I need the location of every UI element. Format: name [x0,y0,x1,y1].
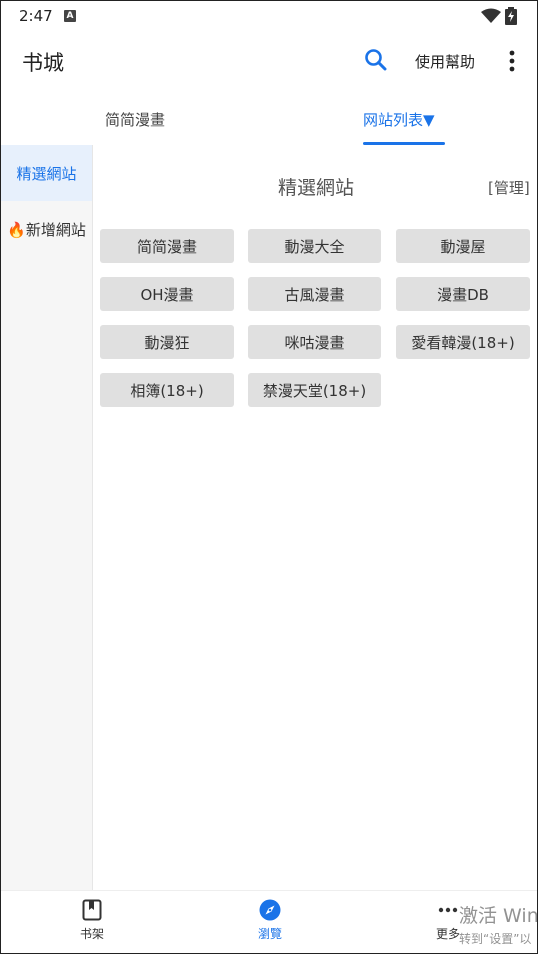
tab-site-list[interactable]: 网站列表▼ [363,109,435,130]
search-icon [365,49,387,71]
site-button[interactable]: 動漫狂 [100,325,234,359]
nav-bookshelf[interactable]: 书架 [52,899,132,949]
site-button[interactable]: 简简漫畫 [100,229,234,263]
help-button[interactable]: 使用幫助 [415,51,475,72]
site-button[interactable]: 愛看韓漫(18+) [396,325,530,359]
bookmark-book-icon [82,899,102,921]
watermark-line-1: 激活 Win [459,905,538,927]
site-button[interactable]: 咪咕漫畫 [248,325,381,359]
app-bar: 书城 使用幫助 [1,33,537,91]
site-button[interactable]: 古風漫畫 [248,277,381,311]
site-button[interactable]: 漫畫DB [396,277,530,311]
activation-watermark: 激活 Win 转到“设置”以 [459,901,538,947]
tab-active-indicator [363,142,445,145]
app-window: 2:47 A 书城 使用幫助 简简漫畫 网站列表▼ 精選網站 🔥新增網站 精選網… [0,0,538,954]
search-button[interactable] [363,47,389,73]
content-title: 精選網站 [277,177,354,199]
site-button[interactable]: 禁漫天堂(18+) [248,373,381,407]
nav-browse[interactable]: 瀏覽 [230,899,310,949]
watermark-line-2: 转到“设置”以 [459,932,532,946]
manage-link[interactable]: [管理] [488,177,530,198]
tab-jianjian-manhua[interactable]: 简简漫畫 [105,109,165,130]
status-time: 2:47 [19,7,53,25]
side-item-featured-sites[interactable]: 精選網站 [1,145,92,201]
site-button[interactable]: OH漫畫 [100,277,234,311]
side-nav: 精選網站 🔥新增網站 [1,145,93,890]
bottom-nav: 书架 瀏覽 更多 [1,890,537,953]
nav-browse-label: 瀏覽 [257,927,282,941]
wifi-icon [481,8,501,23]
site-button[interactable]: 動漫屋 [396,229,530,263]
more-menu-button[interactable] [501,49,523,73]
site-button[interactable]: 相簿(18+) [100,373,234,407]
app-title: 书城 [22,51,64,75]
status-bar: 2:47 A [1,1,537,33]
side-item-new-sites[interactable]: 🔥新增網站 [1,201,92,257]
compass-icon [259,899,281,921]
more-horiz-icon [438,907,458,913]
top-tabs: 简简漫畫 网站列表▼ [1,97,537,145]
status-icons [481,7,521,25]
more-vert-icon [509,50,515,72]
notification-icon: A [64,10,76,22]
nav-bookshelf-label: 书架 [79,927,104,941]
battery-charging-icon [505,7,517,25]
site-button[interactable]: 動漫大全 [248,229,381,263]
